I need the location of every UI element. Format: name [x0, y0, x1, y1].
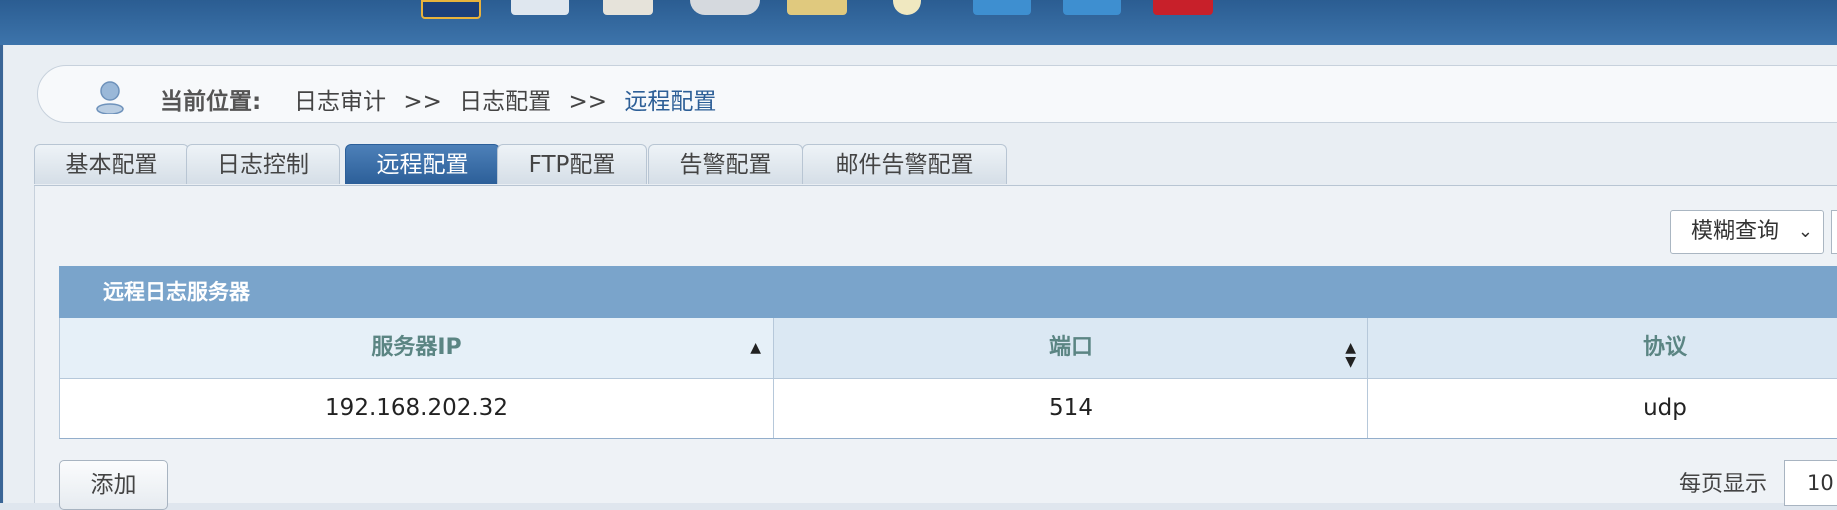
table-row[interactable]: 192.168.202.32 514 udp [59, 379, 1837, 439]
column-header-port[interactable]: 端口 ▲ ▼ [774, 318, 1368, 378]
left-edge [0, 45, 3, 503]
per-page-label: 每页显示 [1679, 472, 1768, 497]
cell-port: 514 [1049, 395, 1093, 421]
home-icon[interactable] [421, 0, 481, 19]
breadcrumb: 当前位置: 日志审计 >> 日志配置 >> 远程配置 [37, 65, 1837, 123]
per-page-select[interactable]: 10 [1784, 460, 1837, 506]
breadcrumb-separator: >> [403, 89, 442, 115]
tab-ftp-config[interactable]: FTP配置 [497, 144, 647, 184]
breadcrumb-item-current: 远程配置 [624, 89, 717, 115]
tab-mail-alarm-config[interactable]: 邮件告警配置 [802, 144, 1007, 184]
column-header-server-ip[interactable]: 服务器IP ▲ [60, 318, 773, 378]
chart-icon[interactable] [973, 0, 1031, 15]
search-input[interactable] [1831, 210, 1837, 254]
column-header-label: 端口 [1048, 335, 1093, 360]
table-header: 服务器IP ▲ 端口 ▲ ▼ 协议 [59, 318, 1837, 379]
sort-ascending-icon: ▲ [750, 340, 761, 356]
column-header-label: 服务器IP [371, 335, 462, 360]
tab-basic-config[interactable]: 基本配置 [34, 144, 189, 184]
tab-alarm-config[interactable]: 告警配置 [648, 144, 803, 184]
fuzzy-search-select[interactable]: 模糊查询 ⌄ [1670, 210, 1824, 254]
user-icon [96, 81, 124, 114]
breadcrumb-item-log-audit[interactable]: 日志审计 [294, 89, 386, 115]
breadcrumb-label: 当前位置: [160, 89, 262, 115]
exit-icon[interactable] [1153, 0, 1213, 15]
tab-remote-config[interactable]: 远程配置 [345, 144, 500, 184]
top-toolbar [0, 0, 1837, 45]
cell-protocol: udp [1643, 395, 1687, 421]
breadcrumb-path: 日志审计 >> 日志配置 >> 远程配置 [294, 82, 716, 116]
monitor-icon[interactable] [511, 0, 569, 15]
grid-title: 远程日志服务器 [59, 266, 1837, 318]
folder-icon[interactable] [787, 0, 847, 15]
chevron-down-icon: ⌄ [1797, 221, 1813, 242]
report-icon[interactable] [1063, 0, 1121, 15]
breadcrumb-separator: >> [568, 89, 608, 115]
user-icon[interactable] [893, 0, 921, 15]
gear-icon[interactable] [690, 0, 760, 15]
column-header-label: 协议 [1642, 335, 1687, 360]
column-header-protocol[interactable]: 协议 [1368, 318, 1837, 378]
sort-both-icon: ▲ ▼ [1345, 340, 1356, 370]
document-edit-icon[interactable] [603, 0, 653, 15]
breadcrumb-item-log-config[interactable]: 日志配置 [459, 89, 551, 115]
tab-log-control[interactable]: 日志控制 [186, 144, 340, 184]
fuzzy-search-label: 模糊查询 [1691, 219, 1780, 244]
cell-server-ip: 192.168.202.32 [325, 395, 508, 421]
